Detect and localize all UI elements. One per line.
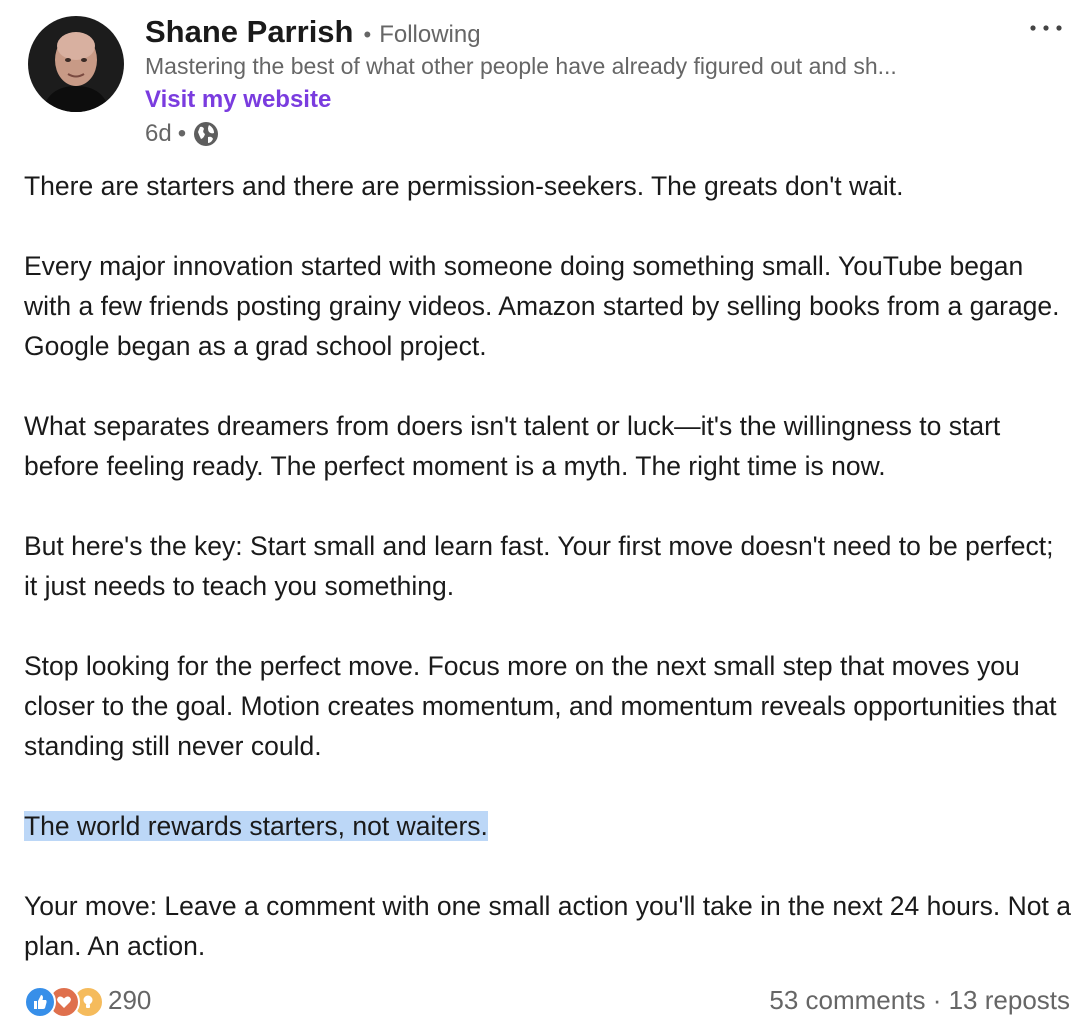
post-paragraph: Your move: Leave a comment with one smal… xyxy=(24,891,1071,961)
more-options-icon[interactable] xyxy=(1020,10,1072,46)
avatar-image xyxy=(28,16,124,112)
author-name[interactable]: Shane Parrish xyxy=(145,14,353,50)
post-body: There are starters and there are permiss… xyxy=(24,166,1074,1006)
globe-icon xyxy=(192,120,220,148)
post-paragraph-highlighted: The world rewards starters, not waiters. xyxy=(24,806,1074,846)
separator-dot: • xyxy=(363,22,372,47)
separator-dot: • xyxy=(177,120,187,147)
selected-text: The world rewards starters, not waiters. xyxy=(24,811,488,841)
reactions-count: 290 xyxy=(108,984,152,1015)
post-meta: 6d • xyxy=(145,118,220,150)
post-paragraph: What separates dreamers from doers isn't… xyxy=(24,411,1001,481)
author-name-row: Shane Parrish • Following xyxy=(145,14,481,52)
post-paragraph: But here's the key: Start small and lear… xyxy=(24,531,1054,601)
author-avatar[interactable] xyxy=(28,16,124,112)
comments-link[interactable]: 53 comments xyxy=(769,985,925,1015)
author-headline: Mastering the best of what other people … xyxy=(145,53,897,79)
feed-post: Shane Parrish • Following Mastering the … xyxy=(0,0,1092,1028)
like-icon xyxy=(24,986,56,1018)
post-paragraph: There are starters and there are permiss… xyxy=(24,171,904,201)
social-counts: 290 53 comments · 13 reposts xyxy=(24,978,1070,1022)
post-paragraph: Stop looking for the perfect move. Focus… xyxy=(24,651,1057,761)
follow-status: Following xyxy=(379,21,481,48)
reposts-link[interactable]: 13 reposts xyxy=(949,985,1070,1015)
separator-dot: · xyxy=(932,984,942,1015)
post-paragraph: Every major innovation started with some… xyxy=(24,251,1060,361)
visit-website-link[interactable]: Visit my website xyxy=(145,86,331,114)
reactions-summary[interactable]: 290 xyxy=(24,984,152,1018)
reaction-icons xyxy=(24,984,104,1018)
post-time: 6d xyxy=(145,120,172,147)
comments-reposts: 53 comments · 13 reposts xyxy=(769,985,1070,1016)
